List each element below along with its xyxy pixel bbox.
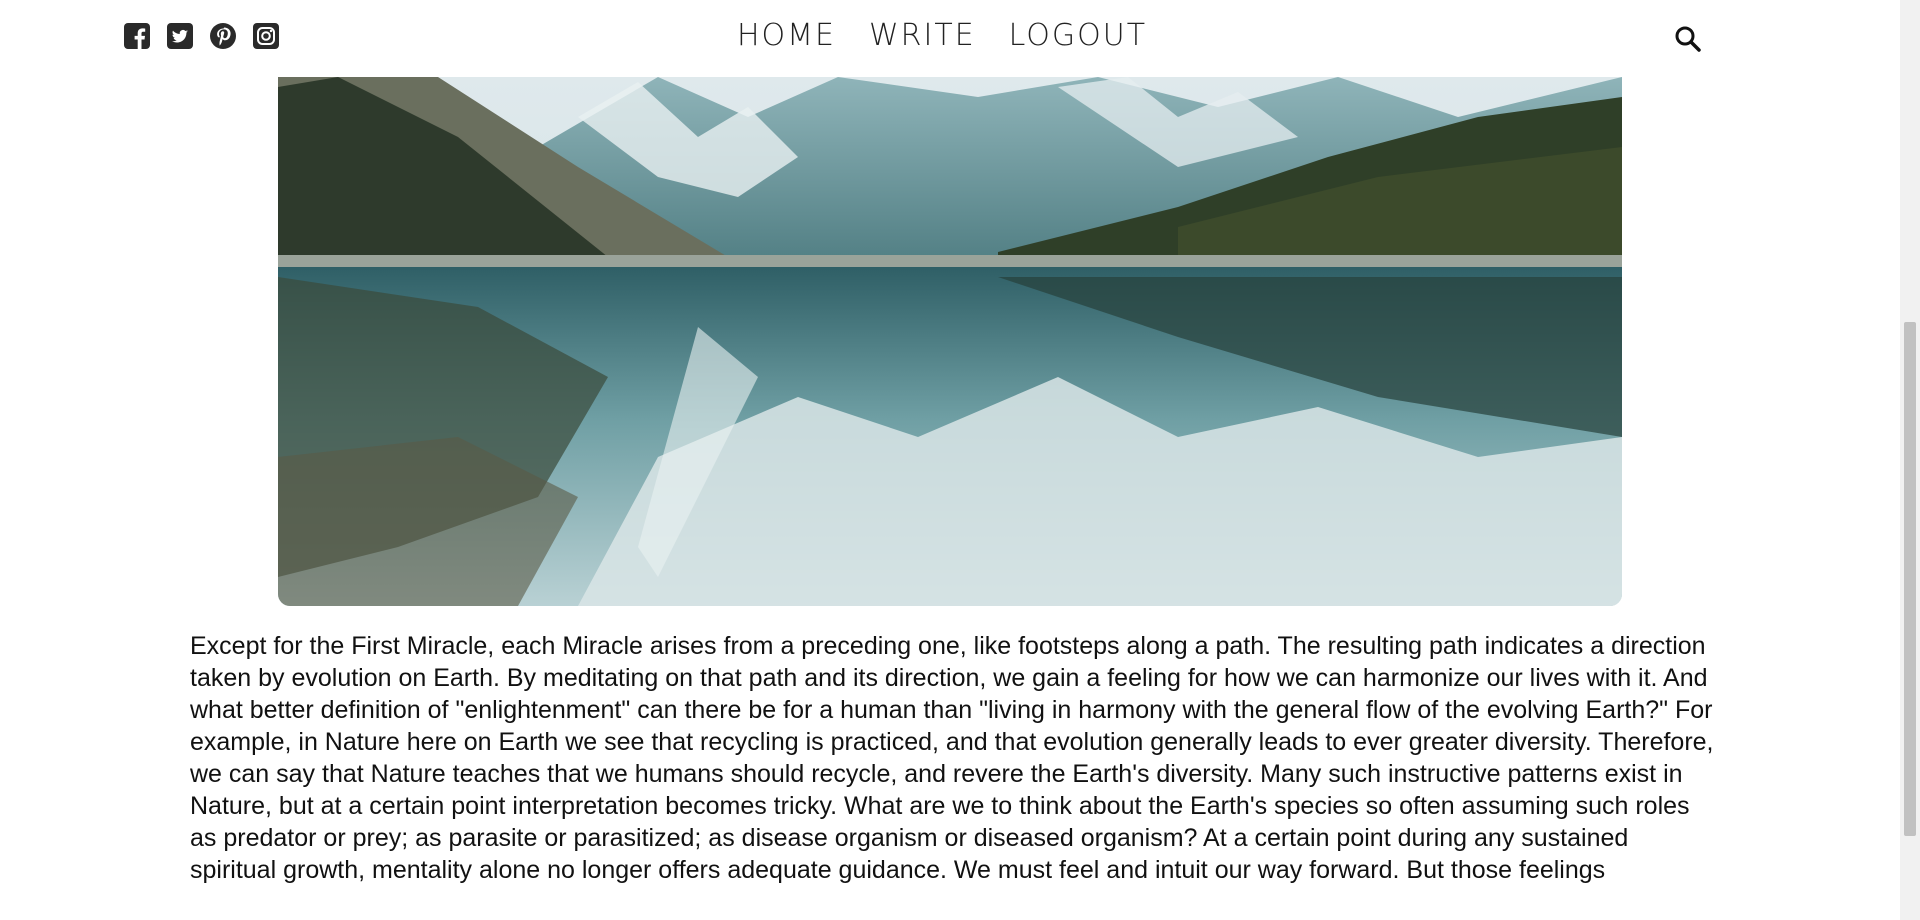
post-body-text: Except for the First Miracle, each Mirac… bbox=[190, 632, 1714, 884]
search-icon[interactable] bbox=[1673, 24, 1703, 54]
nav-write-link[interactable]: WRITE bbox=[869, 14, 976, 58]
facebook-square-icon[interactable] bbox=[123, 22, 151, 50]
post-image bbox=[278, 77, 1622, 606]
twitter-square-icon[interactable] bbox=[166, 22, 194, 50]
mountain-lake-image bbox=[278, 77, 1622, 606]
top-bar: HOME WRITE LOGOUT bbox=[0, 0, 1900, 77]
social-icons bbox=[123, 22, 280, 50]
instagram-icon[interactable] bbox=[252, 22, 280, 50]
nav-home-link[interactable]: HOME bbox=[737, 14, 836, 58]
main-nav: HOME WRITE LOGOUT bbox=[737, 14, 1147, 58]
scrollbar-thumb[interactable] bbox=[1904, 322, 1916, 836]
page-scrollbar[interactable] bbox=[1900, 0, 1920, 920]
nav-logout-link[interactable]: LOGOUT bbox=[1009, 14, 1147, 58]
pinterest-icon[interactable] bbox=[209, 22, 237, 50]
